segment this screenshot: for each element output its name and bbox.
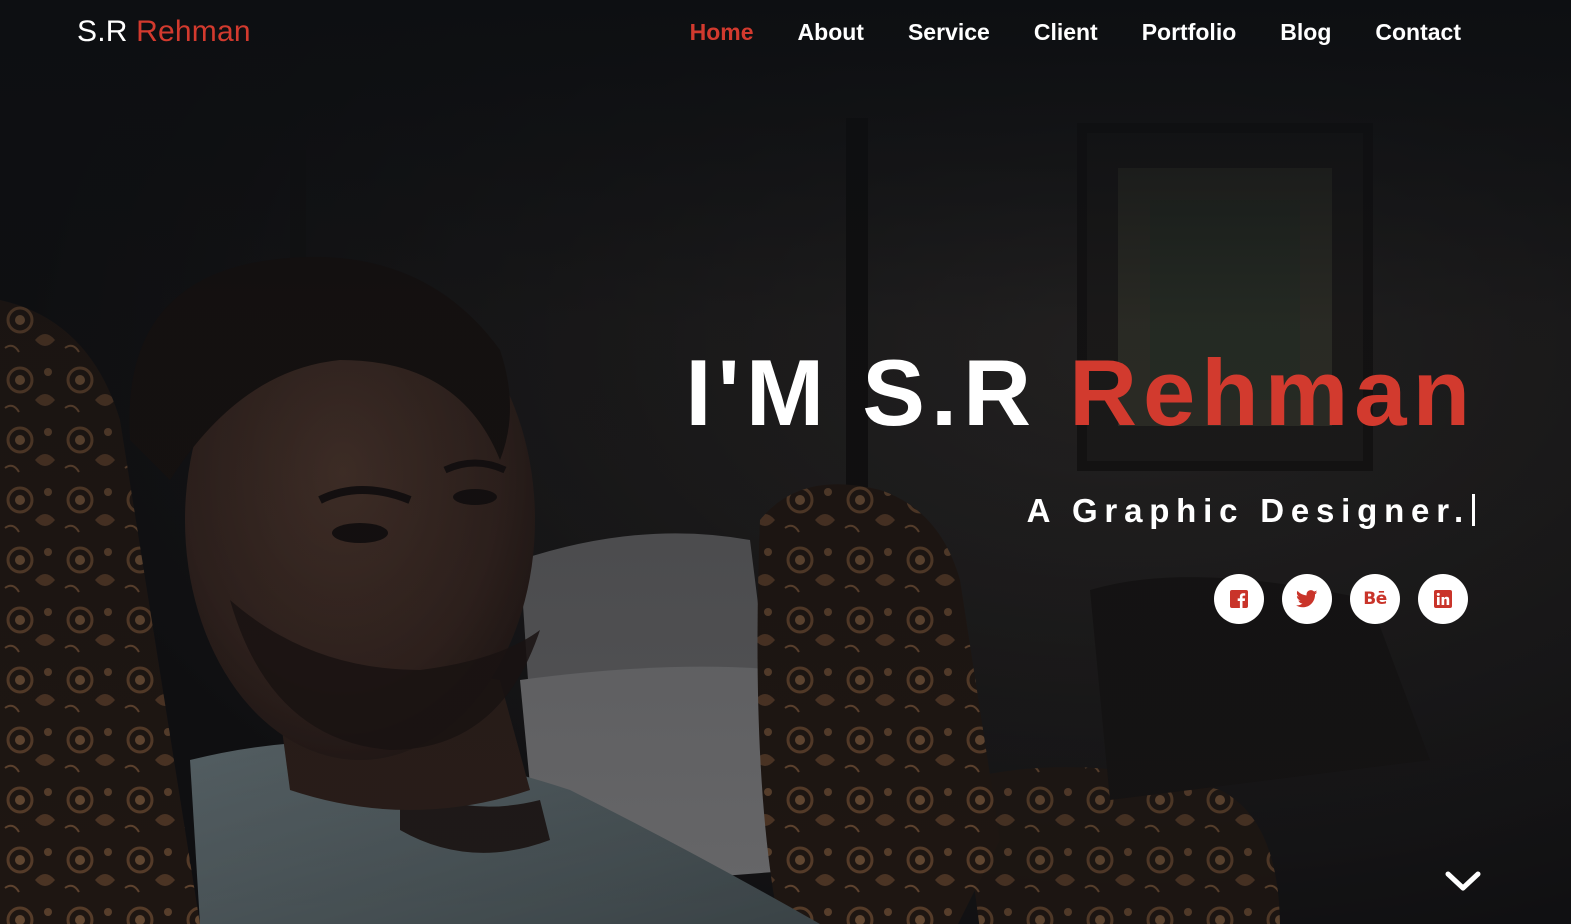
brand-name: S.R xyxy=(77,15,128,48)
nav-menu: Home About Service Client Portfolio Blog… xyxy=(646,17,1461,47)
hero-title-prefix: I'M S.R xyxy=(685,340,1038,445)
navbar: S.R Rehman Home About Service Client Por… xyxy=(0,0,1571,66)
nav-item-home[interactable]: Home xyxy=(690,17,754,47)
twitter-icon xyxy=(1296,590,1318,608)
chevron-down-icon[interactable] xyxy=(1444,868,1482,896)
hero-background-photo xyxy=(0,0,1571,924)
nav-item-blog[interactable]: Blog xyxy=(1280,17,1331,47)
twitter-button[interactable] xyxy=(1282,574,1332,624)
hero-title-accent: Rehman xyxy=(1069,340,1476,445)
nav-item-portfolio[interactable]: Portfolio xyxy=(1142,17,1237,47)
facebook-icon xyxy=(1230,590,1248,608)
social-links: Bē xyxy=(1214,574,1468,624)
typing-cursor xyxy=(1472,494,1475,526)
hero-subtitle-text: A Graphic Designer. xyxy=(1026,492,1470,529)
nav-item-client[interactable]: Client xyxy=(1034,17,1098,47)
linkedin-button[interactable] xyxy=(1418,574,1468,624)
hero-title: I'M S.R Rehman xyxy=(685,336,1476,450)
behance-icon: Bē xyxy=(1363,589,1387,609)
hero-subtitle: A Graphic Designer. xyxy=(1027,490,1475,532)
nav-item-service[interactable]: Service xyxy=(908,17,990,47)
nav-item-about[interactable]: About xyxy=(798,17,864,47)
hero-section: S.R Rehman Home About Service Client Por… xyxy=(0,0,1571,924)
facebook-button[interactable] xyxy=(1214,574,1264,624)
nav-item-contact[interactable]: Contact xyxy=(1375,17,1461,47)
brand-name-accent: Rehman xyxy=(136,15,251,48)
brand-logo[interactable]: S.R Rehman xyxy=(77,14,251,50)
behance-button[interactable]: Bē xyxy=(1350,574,1400,624)
linkedin-icon xyxy=(1434,590,1452,608)
